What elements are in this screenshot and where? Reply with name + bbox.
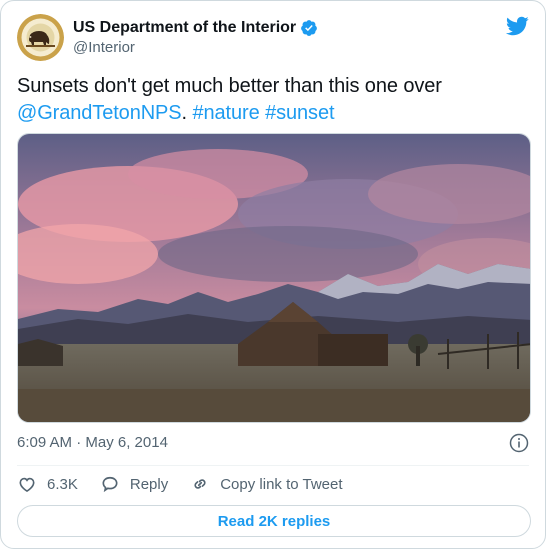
reply-button[interactable]: Reply <box>100 474 168 494</box>
photo-barn-mountains-sunset <box>18 134 530 422</box>
like-count: 6.3K <box>47 475 78 493</box>
author-avatar[interactable] <box>17 14 64 61</box>
hashtag-nature-link[interactable]: #nature <box>192 102 259 124</box>
info-icon[interactable] <box>509 433 529 453</box>
heart-icon <box>19 477 35 493</box>
twitter-bird-icon[interactable] <box>505 14 529 38</box>
copy-link-label: Copy link to Tweet <box>220 475 343 493</box>
tweet-text: Sunsets don't get much better than this … <box>17 73 517 127</box>
tweet-separator: . <box>181 102 193 124</box>
read-replies-button[interactable]: Read 2K replies <box>17 505 531 537</box>
copy-link-button[interactable]: Copy link to Tweet <box>190 474 343 494</box>
display-name-text: US Department of the Interior <box>73 19 297 36</box>
verified-badge-icon <box>301 20 318 36</box>
author-handle[interactable]: @Interior <box>73 39 135 57</box>
reply-label: Reply <box>129 475 169 493</box>
divider <box>17 465 529 466</box>
author-display-name[interactable]: US Department of the Interior <box>73 18 318 38</box>
like-button[interactable]: 6.3K <box>17 474 78 494</box>
hashtag-sunset-link[interactable]: #sunset <box>265 102 334 124</box>
tweet-timestamp[interactable]: 6:09 AM · May 6, 2014 <box>17 433 168 453</box>
doi-bison-seal-icon <box>17 14 64 61</box>
tweet-body: Sunsets don't get much better than this … <box>17 75 442 97</box>
tweet-card: US Department of the Interior @Interior … <box>0 0 546 549</box>
mention-link[interactable]: @GrandTetonNPS <box>17 102 182 124</box>
link-icon <box>194 479 206 489</box>
tweet-actions: 6.3K Reply Copy link to Tweet <box>17 473 365 495</box>
reply-bubble-icon <box>102 476 118 493</box>
tweet-photo[interactable] <box>17 133 531 423</box>
